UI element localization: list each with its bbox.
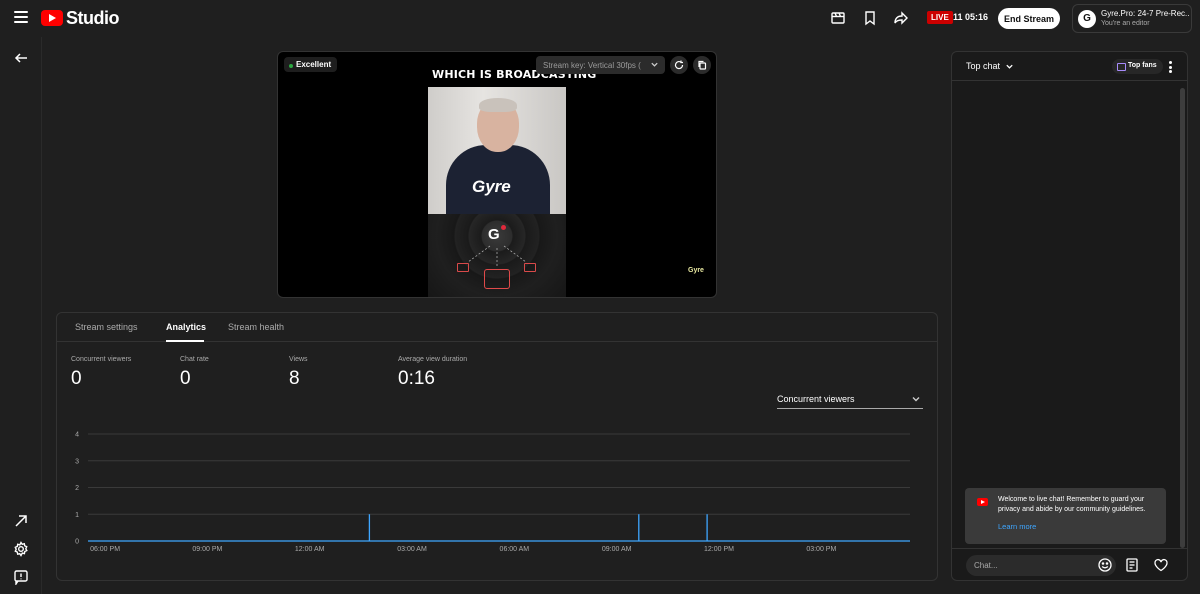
welcome-text: Welcome to live chat! Remember to guard …: [998, 496, 1146, 513]
x-tick-label: 06:00 PM: [90, 546, 120, 553]
poll-icon[interactable]: [1124, 557, 1140, 573]
x-tick-label: 09:00 PM: [192, 546, 222, 553]
y-tick-label: 2: [75, 485, 79, 492]
x-tick-label: 12:00 PM: [704, 546, 734, 553]
refresh-icon: [674, 60, 684, 70]
chat-header: Top chat Top fans: [952, 52, 1187, 81]
youtube-icon: [977, 498, 988, 506]
stream-preview: Excellent Gyre G WHICH IS BROADCASTING S…: [277, 51, 717, 298]
live-badge: LIVE: [927, 11, 953, 24]
broadcast-graphic: G: [428, 214, 566, 297]
y-tick-label: 0: [75, 539, 79, 546]
refresh-button[interactable]: [670, 56, 688, 74]
bookmark-icon[interactable]: [862, 10, 878, 26]
metric-label-avg-view-duration: Average view duration: [398, 356, 468, 363]
stream-health-badge: Excellent: [284, 57, 338, 72]
chevron-down-icon: [1005, 64, 1013, 69]
y-tick-label: 3: [75, 458, 79, 465]
metric-label-concurrent-viewers: Concurrent viewers: [71, 356, 132, 363]
metric-value-concurrent-viewers: 0: [71, 368, 82, 389]
chat-footer: [952, 548, 1187, 580]
top-fans-button[interactable]: Top fans: [1112, 59, 1163, 74]
live-chat-panel: Top chat Top fans Welcome to live chat! …: [951, 51, 1188, 581]
stream-key-label: Stream key: Vertical 30fps (: [543, 61, 641, 70]
hoodie-logo-text: Gyre: [472, 177, 511, 196]
chat-mode-dropdown[interactable]: Top chat: [966, 61, 1014, 71]
metric-value-chat-rate: 0: [180, 368, 191, 389]
tab-bar: Stream settings Analytics Stream health: [57, 313, 937, 342]
analytics-panel: Stream settings Analytics Stream health …: [56, 312, 938, 581]
y-tick-label: 1: [75, 512, 79, 519]
studio-logo-text[interactable]: Studio: [66, 8, 120, 29]
account-switcher[interactable]: G Gyre.Pro: 24-7 Pre-Rec... You're an ed…: [1072, 4, 1192, 33]
tab-stream-health[interactable]: Stream health: [228, 322, 284, 332]
heart-icon[interactable]: [1153, 557, 1169, 573]
copy-icon: [698, 60, 707, 70]
welcome-message: Welcome to live chat! Remember to guard …: [965, 488, 1166, 544]
active-tab-indicator: [166, 340, 204, 342]
chat-scrollbar[interactable]: [1180, 88, 1185, 548]
chat-input[interactable]: [966, 555, 1116, 576]
live-timer: 11 05:16: [953, 12, 989, 22]
camera-feed: Gyre: [428, 87, 566, 225]
x-tick-label: 06:00 AM: [500, 546, 530, 553]
connector-lines: [467, 245, 527, 268]
metric-label-chat-rate: Chat rate: [180, 356, 209, 363]
x-tick-label: 09:00 AM: [602, 546, 632, 553]
more-options-icon[interactable]: [1168, 61, 1172, 73]
end-stream-button[interactable]: End Stream: [998, 8, 1060, 29]
x-tick-label: 12:00 AM: [295, 546, 325, 553]
metric-label-views: Views: [289, 356, 308, 363]
metric-value-avg-view-duration: 0:16: [398, 368, 435, 389]
tab-analytics[interactable]: Analytics: [166, 322, 206, 332]
x-tick-label: 03:00 PM: [806, 546, 836, 553]
avatar: G: [1078, 10, 1096, 28]
chevron-down-icon: [651, 62, 658, 67]
tab-stream-settings[interactable]: Stream settings: [75, 322, 138, 332]
y-tick-label: 4: [75, 432, 79, 439]
settings-icon[interactable]: [13, 541, 29, 557]
metric-select-value: Concurrent viewers: [777, 394, 855, 404]
youtube-logo-icon[interactable]: [41, 10, 63, 26]
series-line: [88, 514, 910, 542]
metric-select-dropdown[interactable]: Concurrent viewers: [777, 390, 923, 409]
copy-button[interactable]: [693, 56, 711, 74]
metric-value-views: 8: [289, 368, 300, 389]
watermark-text: Gyre: [688, 267, 704, 274]
sidebar: [0, 37, 42, 594]
video-frame: Gyre G: [428, 87, 566, 297]
feedback-icon[interactable]: [13, 569, 29, 585]
emoji-icon[interactable]: [1097, 557, 1113, 573]
account-role: You're an editor: [1101, 20, 1150, 27]
chevron-down-icon: [912, 397, 920, 402]
share-icon[interactable]: [893, 10, 909, 26]
stream-key-dropdown[interactable]: Stream key: Vertical 30fps (: [536, 56, 665, 74]
back-arrow-icon[interactable]: [13, 50, 29, 66]
account-name: Gyre.Pro: 24-7 Pre-Rec...: [1101, 9, 1189, 18]
top-bar: Studio LIVE 11 05:16 End Stream G Gyre.P…: [0, 0, 1200, 37]
menu-icon[interactable]: [14, 11, 28, 23]
x-tick-label: 03:00 AM: [397, 546, 427, 553]
viewers-chart: 0 1 2 3 4 06:00 PM 09:00 PM 12:00 AM 03:00 AM 06:…: [75, 432, 910, 553]
chat-mode-label: Top chat: [966, 61, 1001, 71]
learn-more-link[interactable]: Learn more: [998, 522, 1036, 531]
clapperboard-icon[interactable]: [830, 10, 846, 26]
external-link-icon[interactable]: [13, 513, 29, 529]
